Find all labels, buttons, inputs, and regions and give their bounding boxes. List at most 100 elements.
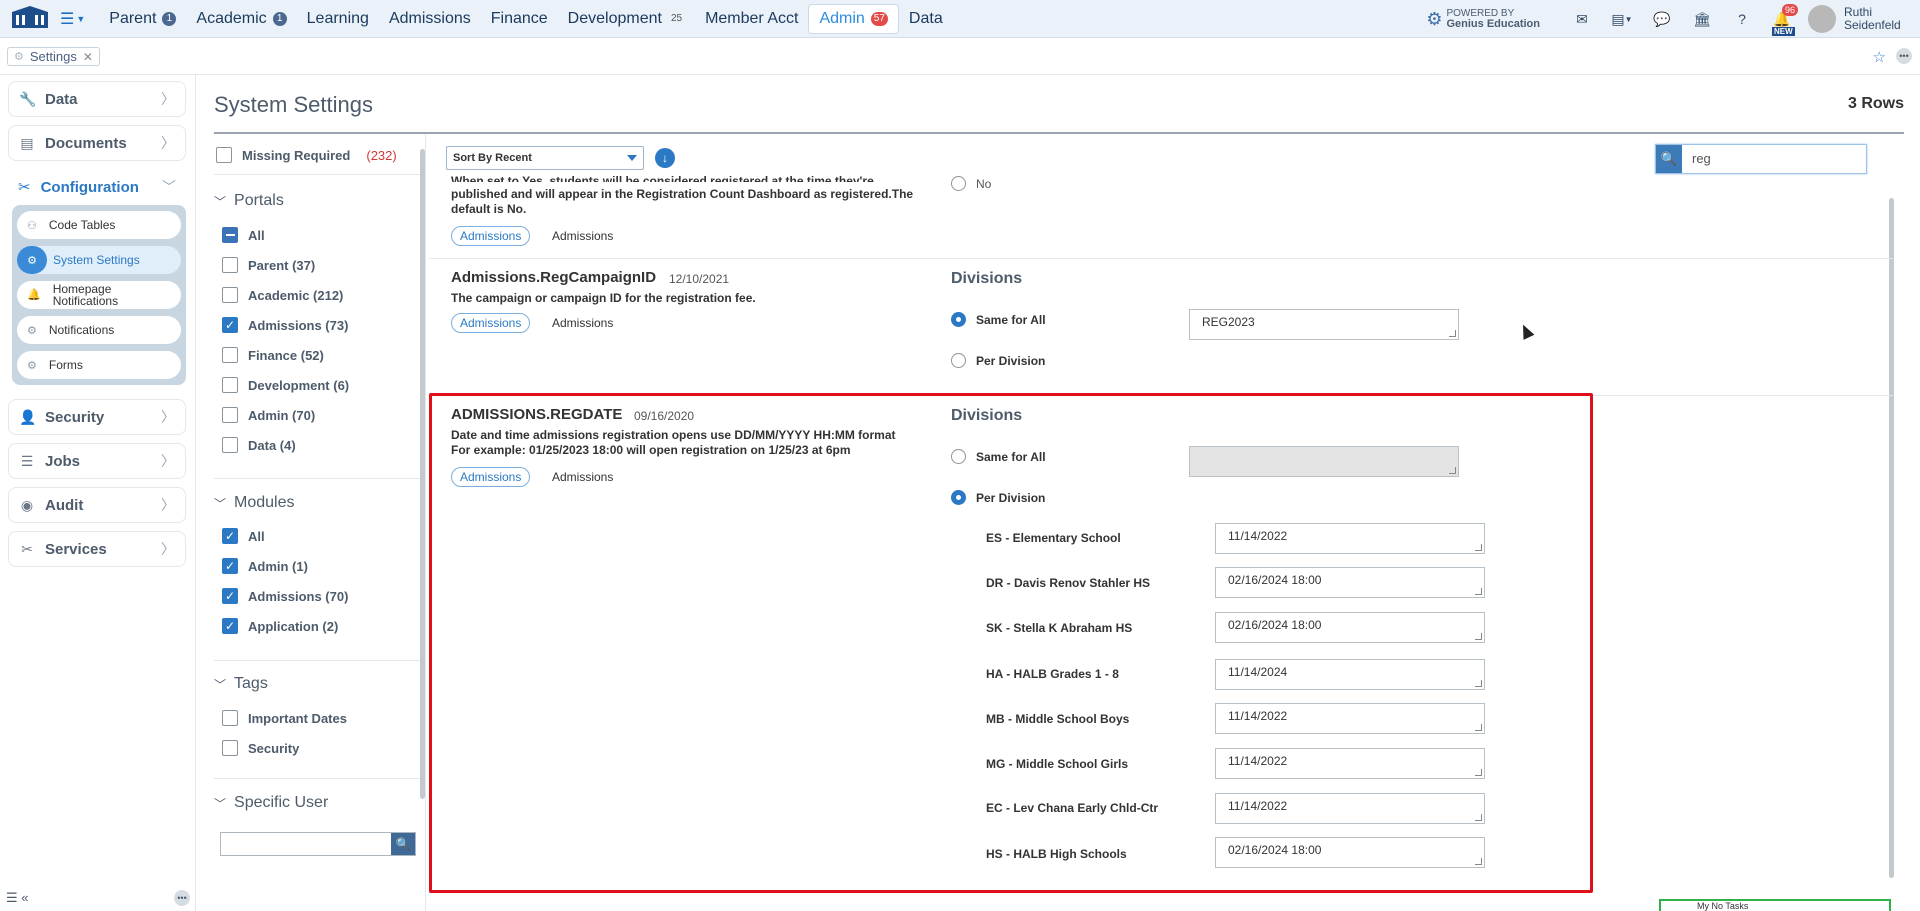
division-value-field[interactable]: 02/16/2024 18:00 [1215,567,1485,598]
checkbox[interactable] [222,710,238,726]
division-value-field[interactable]: 11/14/2022 [1215,703,1485,734]
filter-tag-security[interactable]: Security [222,740,299,756]
search-icon[interactable]: 🔍 [391,833,415,855]
checkbox[interactable] [222,377,238,393]
filter-portal-admin[interactable]: Admin (70) [222,407,315,423]
checkbox[interactable]: ✓ [222,588,238,604]
division-value-field[interactable]: 11/14/2022 [1215,748,1485,779]
radio-button[interactable] [951,490,966,505]
filter-section-modules[interactable]: ﹀ Modules [214,494,295,512]
nav-academic[interactable]: Academic 1 [186,4,296,34]
setting-value-field[interactable]: REG2023 [1189,309,1459,340]
sidebar-subitem-homepage-notifications[interactable]: 🔔 Homepage Notifications [17,281,181,309]
nav-learning[interactable]: Learning [297,4,379,34]
filter-module-admissions[interactable]: ✓ Admissions (70) [222,588,348,604]
sidebar-item-data[interactable]: 🔧 Data 〉 [8,81,186,117]
nav-development[interactable]: Development 25 [558,4,695,34]
notifications-bell-icon[interactable]: 🔔 96 NEW [1762,0,1802,38]
sort-select[interactable]: Sort By Recent [446,146,644,170]
filter-module-application[interactable]: ✓ Application (2) [222,618,338,634]
tag-pill[interactable]: Admissions [451,226,531,246]
sidebar-subitem-code-tables[interactable]: ⚇ Code Tables [17,211,181,239]
sidebar-subitem-forms[interactable]: ⚙ Forms [17,351,181,379]
checkbox[interactable] [222,227,238,243]
breadcrumb-tab-settings[interactable]: ⚙ Settings ✕ [7,47,100,66]
checkbox[interactable] [222,740,238,756]
radio-button[interactable] [951,176,966,191]
checkbox[interactable] [222,257,238,273]
filter-section-portals[interactable]: ﹀ Portals [214,192,284,210]
user-menu[interactable]: Ruthi Seidenfeld [1808,5,1920,33]
division-value-field[interactable]: 11/14/2024 [1215,659,1485,690]
collapse-sidebar-icon[interactable]: ☰ « [6,890,29,906]
sidebar-item-configuration[interactable]: ✂ Configuration ﹀ [8,169,186,205]
nav-admin[interactable]: Admin 57 [808,3,899,34]
more-options-icon[interactable]: ••• [174,890,190,906]
filter-module-admin[interactable]: ✓ Admin (1) [222,558,308,574]
division-value-field[interactable]: 02/16/2024 18:00 [1215,837,1485,868]
division-value-field[interactable]: 02/16/2024 18:00 [1215,612,1485,643]
radio-per-division[interactable]: Per Division [951,353,1045,368]
specific-user-input[interactable] [221,833,391,855]
sidebar-item-jobs[interactable]: ☰ Jobs 〉 [8,443,186,479]
filter-module-all[interactable]: ✓ All [222,528,265,544]
todo-tab[interactable]: My No Tasks [1659,899,1891,911]
list-scrollbar[interactable] [1889,198,1894,878]
filter-section-tags[interactable]: ﹀ Tags [214,675,268,693]
radio-button[interactable] [951,312,966,327]
tag-pill[interactable]: Admissions [451,467,531,487]
nav-admissions[interactable]: Admissions [379,4,481,34]
search-input[interactable]: reg [1682,145,1721,173]
favorite-star-icon[interactable]: ☆ [1873,48,1886,66]
filter-portal-development[interactable]: Development (6) [222,377,349,393]
sidebar-item-services[interactable]: ✂ Services 〉 [8,531,186,567]
filter-scrollbar[interactable] [420,149,425,799]
checkbox[interactable]: ✓ [222,528,238,544]
sort-direction-icon[interactable]: ↓ [655,148,675,168]
filter-portal-admissions[interactable]: ✓ Admissions (73) [222,317,348,333]
nav-parent[interactable]: Parent 1 [99,4,186,34]
sidebar-item-security[interactable]: 👤 Security 〉 [8,399,186,435]
filter-portal-parent[interactable]: Parent (37) [222,257,315,273]
clipboard-dropdown-icon[interactable]: ▤ ▼ [1602,0,1642,38]
checkbox[interactable] [216,147,232,163]
radio-button[interactable] [951,353,966,368]
tag-pill[interactable]: Admissions [451,313,531,333]
radio-no[interactable]: No [951,176,991,191]
chat-icon[interactable]: 💬 [1642,0,1682,38]
hamburger-menu-icon[interactable]: ☰ ▼ [60,9,85,29]
radio-same-for-all[interactable]: Same for All [951,449,1046,464]
help-icon[interactable]: ? [1722,0,1762,38]
sidebar-subitem-notifications[interactable]: ⚙ Notifications [17,316,181,344]
filter-portal-all[interactable]: All [222,227,265,243]
close-icon[interactable]: ✕ [83,50,93,64]
filter-section-specific-user[interactable]: ﹀ Specific User [214,794,328,812]
filter-portal-data[interactable]: Data (4) [222,437,296,453]
sidebar-item-documents[interactable]: ▤ Documents 〉 [8,125,186,161]
search-icon[interactable]: 🔍 [1656,145,1682,173]
sidebar-item-audit[interactable]: ◉ Audit 〉 [8,487,186,523]
nav-finance[interactable]: Finance [481,4,558,34]
checkbox[interactable]: ✓ [222,317,238,333]
radio-same-for-all[interactable]: Same for All [951,312,1046,327]
checkbox[interactable]: ✓ [222,558,238,574]
checkbox[interactable] [222,347,238,363]
mail-icon[interactable]: ✉ [1562,0,1602,38]
division-value-field[interactable]: 11/14/2022 [1215,523,1485,554]
checkbox[interactable] [222,437,238,453]
division-value-field[interactable]: 11/14/2022 [1215,793,1485,824]
nav-member-acct[interactable]: Member Acct [695,4,808,34]
school-building-icon[interactable]: 🏛 [1682,0,1722,38]
more-options-icon[interactable]: ••• [1896,48,1912,64]
filter-tag-important-dates[interactable]: Important Dates [222,710,347,726]
radio-button[interactable] [951,449,966,464]
sidebar-subitem-system-settings[interactable]: ⚙ System Settings [17,246,181,274]
filter-portal-academic[interactable]: Academic (212) [222,287,343,303]
filter-missing-required[interactable]: Missing Required (232) [216,147,397,163]
checkbox[interactable] [222,287,238,303]
filter-portal-finance[interactable]: Finance (52) [222,347,324,363]
checkbox[interactable] [222,407,238,423]
radio-per-division[interactable]: Per Division [951,490,1045,505]
checkbox[interactable]: ✓ [222,618,238,634]
nav-data[interactable]: Data [899,4,953,34]
